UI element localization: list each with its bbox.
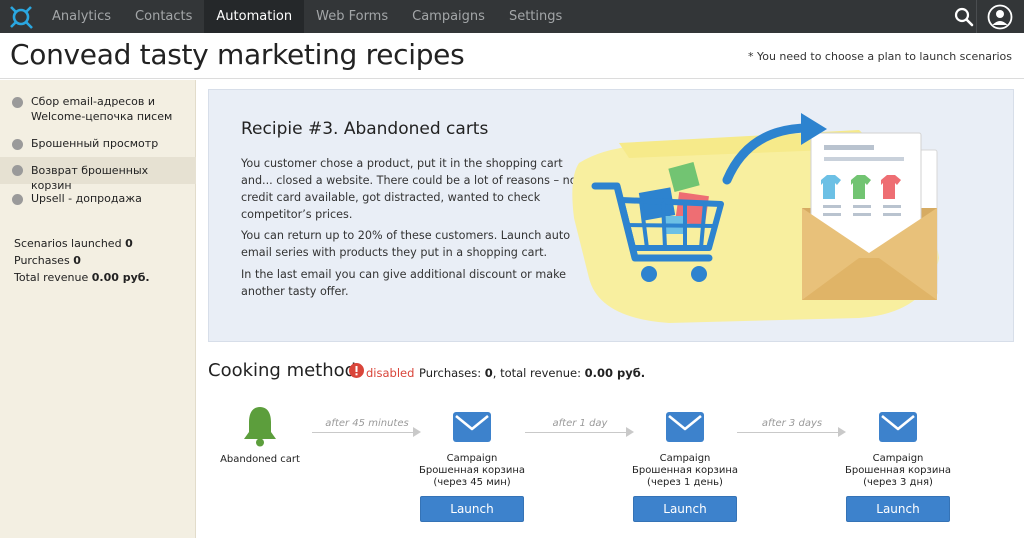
sidebar-item-abandoned-view[interactable]: Брошенный просмотр bbox=[0, 136, 196, 154]
logo-icon[interactable] bbox=[8, 4, 34, 30]
recipes-sidebar: Сбор email-адресов и Welcome-цепочка пис… bbox=[0, 80, 196, 538]
trigger-label: Abandoned cart bbox=[220, 454, 300, 465]
sidebar-item-label: Возврат брошенных корзин bbox=[31, 164, 149, 192]
stat-purchases: Purchases 0 bbox=[14, 254, 81, 267]
status-dot-icon bbox=[12, 139, 23, 150]
nav-web-forms[interactable]: Web Forms bbox=[304, 0, 400, 33]
recipe-paragraph-3: In the last email you can give additiona… bbox=[241, 268, 567, 298]
status-disabled-label: disabled bbox=[366, 366, 415, 380]
status-dot-icon bbox=[12, 194, 23, 205]
alert-icon bbox=[349, 363, 364, 378]
status-dot-icon bbox=[12, 97, 23, 108]
cooking-stats: Purchases: 0, total revenue: 0.00 руб. bbox=[419, 366, 646, 380]
stat-scenarios: Scenarios launched 0 bbox=[14, 237, 133, 250]
top-nav-bar: Analytics Contacts Automation Web Forms … bbox=[0, 0, 1024, 33]
nav-contacts[interactable]: Contacts bbox=[123, 0, 204, 33]
sidebar-item-upsell[interactable]: Upsell - допродажа bbox=[0, 191, 196, 209]
flow-arrow-head-icon bbox=[413, 427, 421, 437]
flow-arrow-line bbox=[737, 432, 839, 433]
sidebar-item-abandoned-carts[interactable]: Возврат брошенных корзин bbox=[0, 157, 196, 192]
delay-label: after 1 day bbox=[552, 418, 608, 429]
sidebar-item-label: Upsell - допродажа bbox=[31, 192, 142, 205]
profile-icon[interactable] bbox=[987, 4, 1013, 30]
abandoned-cart-illustration bbox=[572, 113, 939, 323]
nav-campaigns[interactable]: Campaigns bbox=[400, 0, 497, 33]
sidebar-stats: Scenarios launched 0 Purchases 0 Total r… bbox=[14, 235, 150, 286]
nav-settings[interactable]: Settings bbox=[497, 0, 574, 33]
sidebar-item-label: Брошенный просмотр bbox=[31, 137, 159, 150]
recipe-title: Recipie #3. Abandoned carts bbox=[241, 119, 489, 139]
search-icon[interactable] bbox=[953, 6, 975, 28]
envelope-icon bbox=[453, 412, 491, 442]
page-title: Convead tasty marketing recipes bbox=[10, 38, 465, 71]
campaign-label-1: Campaign Брошенная корзина (через 45 мин… bbox=[418, 453, 525, 488]
plan-note: * You need to choose a plan to launch sc… bbox=[747, 50, 1012, 63]
nav-divider bbox=[976, 0, 977, 33]
sidebar-item-label: Welcome-цепочка писем bbox=[31, 110, 173, 123]
nav-analytics[interactable]: Analytics bbox=[40, 0, 123, 33]
flow-arrow-head-icon bbox=[838, 427, 846, 437]
recipe-paragraph-2: You can return up to 20% of these custom… bbox=[241, 229, 571, 259]
stat-revenue: Total revenue 0.00 руб. bbox=[14, 271, 150, 284]
sidebar-item-email-collection[interactable]: Сбор email-адресов и Welcome-цепочка пис… bbox=[0, 94, 196, 126]
bell-icon bbox=[244, 407, 276, 447]
sidebar-item-label: Сбор email-адресов и bbox=[31, 95, 155, 108]
page-header: Convead tasty marketing recipes * You ne… bbox=[0, 33, 1024, 79]
nav-automation[interactable]: Automation bbox=[204, 0, 305, 33]
flow-arrow-head-icon bbox=[626, 427, 634, 437]
campaign-label-2: Campaign Брошенная корзина (через 1 день… bbox=[631, 453, 738, 488]
launch-button-2[interactable]: Launch bbox=[633, 496, 737, 522]
delay-label: after 3 days bbox=[761, 418, 823, 429]
main-nav: Analytics Contacts Automation Web Forms … bbox=[40, 0, 574, 33]
launch-button-3[interactable]: Launch bbox=[846, 496, 950, 522]
envelope-icon bbox=[666, 412, 704, 442]
campaign-label-3: Campaign Брошенная корзина (через 3 дня) bbox=[844, 453, 951, 488]
flow-arrow-line bbox=[312, 432, 414, 433]
delay-label: after 45 minutes bbox=[325, 418, 409, 429]
envelope-icon bbox=[879, 412, 917, 442]
status-dot-icon bbox=[12, 165, 23, 176]
recipe-paragraph-1: You customer chose a product, put it in … bbox=[241, 157, 577, 221]
flow-arrow-line bbox=[525, 432, 627, 433]
launch-button-1[interactable]: Launch bbox=[420, 496, 524, 522]
recipe-card: Recipie #3. Abandoned carts You customer… bbox=[208, 89, 1014, 342]
cooking-method-title: Cooking method bbox=[208, 360, 357, 381]
